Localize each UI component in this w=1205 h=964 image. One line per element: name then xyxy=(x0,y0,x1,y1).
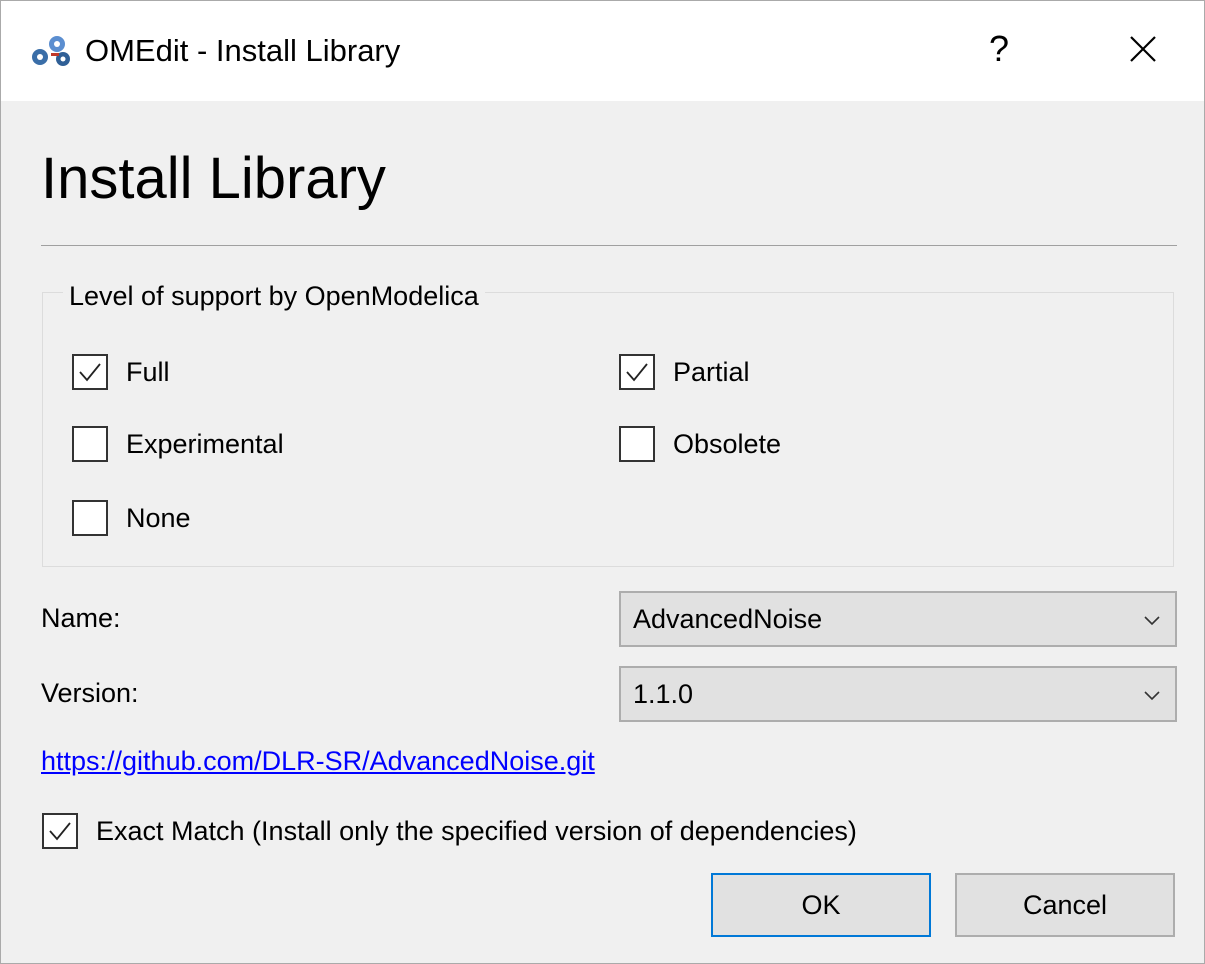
chevron-down-icon xyxy=(1144,616,1160,626)
checkbox-obsolete[interactable]: Obsolete xyxy=(619,424,781,464)
checkbox-none[interactable]: None xyxy=(72,498,191,538)
checkbox-label: Exact Match (Install only the specified … xyxy=(96,816,857,846)
install-library-dialog: OMEdit - Install Library ? Install Libra… xyxy=(0,0,1205,964)
help-button[interactable]: ? xyxy=(969,19,1029,79)
title-bar: OMEdit - Install Library ? xyxy=(1,1,1204,101)
ok-button[interactable]: OK xyxy=(711,873,931,937)
checkbox-box[interactable] xyxy=(42,813,78,849)
checkbox-box[interactable] xyxy=(72,354,108,390)
checkbox-label: None xyxy=(126,503,191,533)
checkmark-icon xyxy=(79,363,101,382)
repository-link[interactable]: https://github.com/DLR-SR/AdvancedNoise.… xyxy=(41,741,595,781)
checkbox-label: Experimental xyxy=(126,429,284,459)
checkbox-label: Obsolete xyxy=(673,429,782,459)
page-heading: Install Library xyxy=(41,146,386,211)
heading-divider xyxy=(41,245,1177,246)
checkbox-partial[interactable]: Partial xyxy=(619,352,750,392)
chevron-down-icon xyxy=(1144,691,1160,701)
version-dropdown-value: 1.1.0 xyxy=(633,679,694,709)
version-label: Version: xyxy=(41,678,139,708)
close-icon xyxy=(1130,36,1156,62)
checkbox-label: Partial xyxy=(673,357,750,387)
checkbox-label: Full xyxy=(126,357,170,387)
checkbox-box[interactable] xyxy=(72,500,108,536)
checkbox-box[interactable] xyxy=(619,354,655,390)
checkbox-full[interactable]: Full xyxy=(72,352,170,392)
checkbox-exact-match[interactable]: Exact Match (Install only the specified … xyxy=(42,811,857,851)
checkmark-icon xyxy=(626,363,648,382)
name-dropdown-value: AdvancedNoise xyxy=(633,604,823,634)
omedit-gears-icon xyxy=(32,36,70,66)
checkmark-icon xyxy=(49,822,71,841)
version-dropdown[interactable]: 1.1.0 xyxy=(619,666,1177,722)
close-button[interactable] xyxy=(1113,19,1173,79)
name-label: Name: xyxy=(41,603,121,633)
name-dropdown[interactable]: AdvancedNoise xyxy=(619,591,1177,647)
window-title: OMEdit - Install Library xyxy=(85,33,401,68)
support-level-group-title: Level of support by OpenModelica xyxy=(63,280,485,312)
checkbox-box[interactable] xyxy=(72,426,108,462)
cancel-button[interactable]: Cancel xyxy=(955,873,1175,937)
checkbox-experimental[interactable]: Experimental xyxy=(72,424,284,464)
checkbox-box[interactable] xyxy=(619,426,655,462)
